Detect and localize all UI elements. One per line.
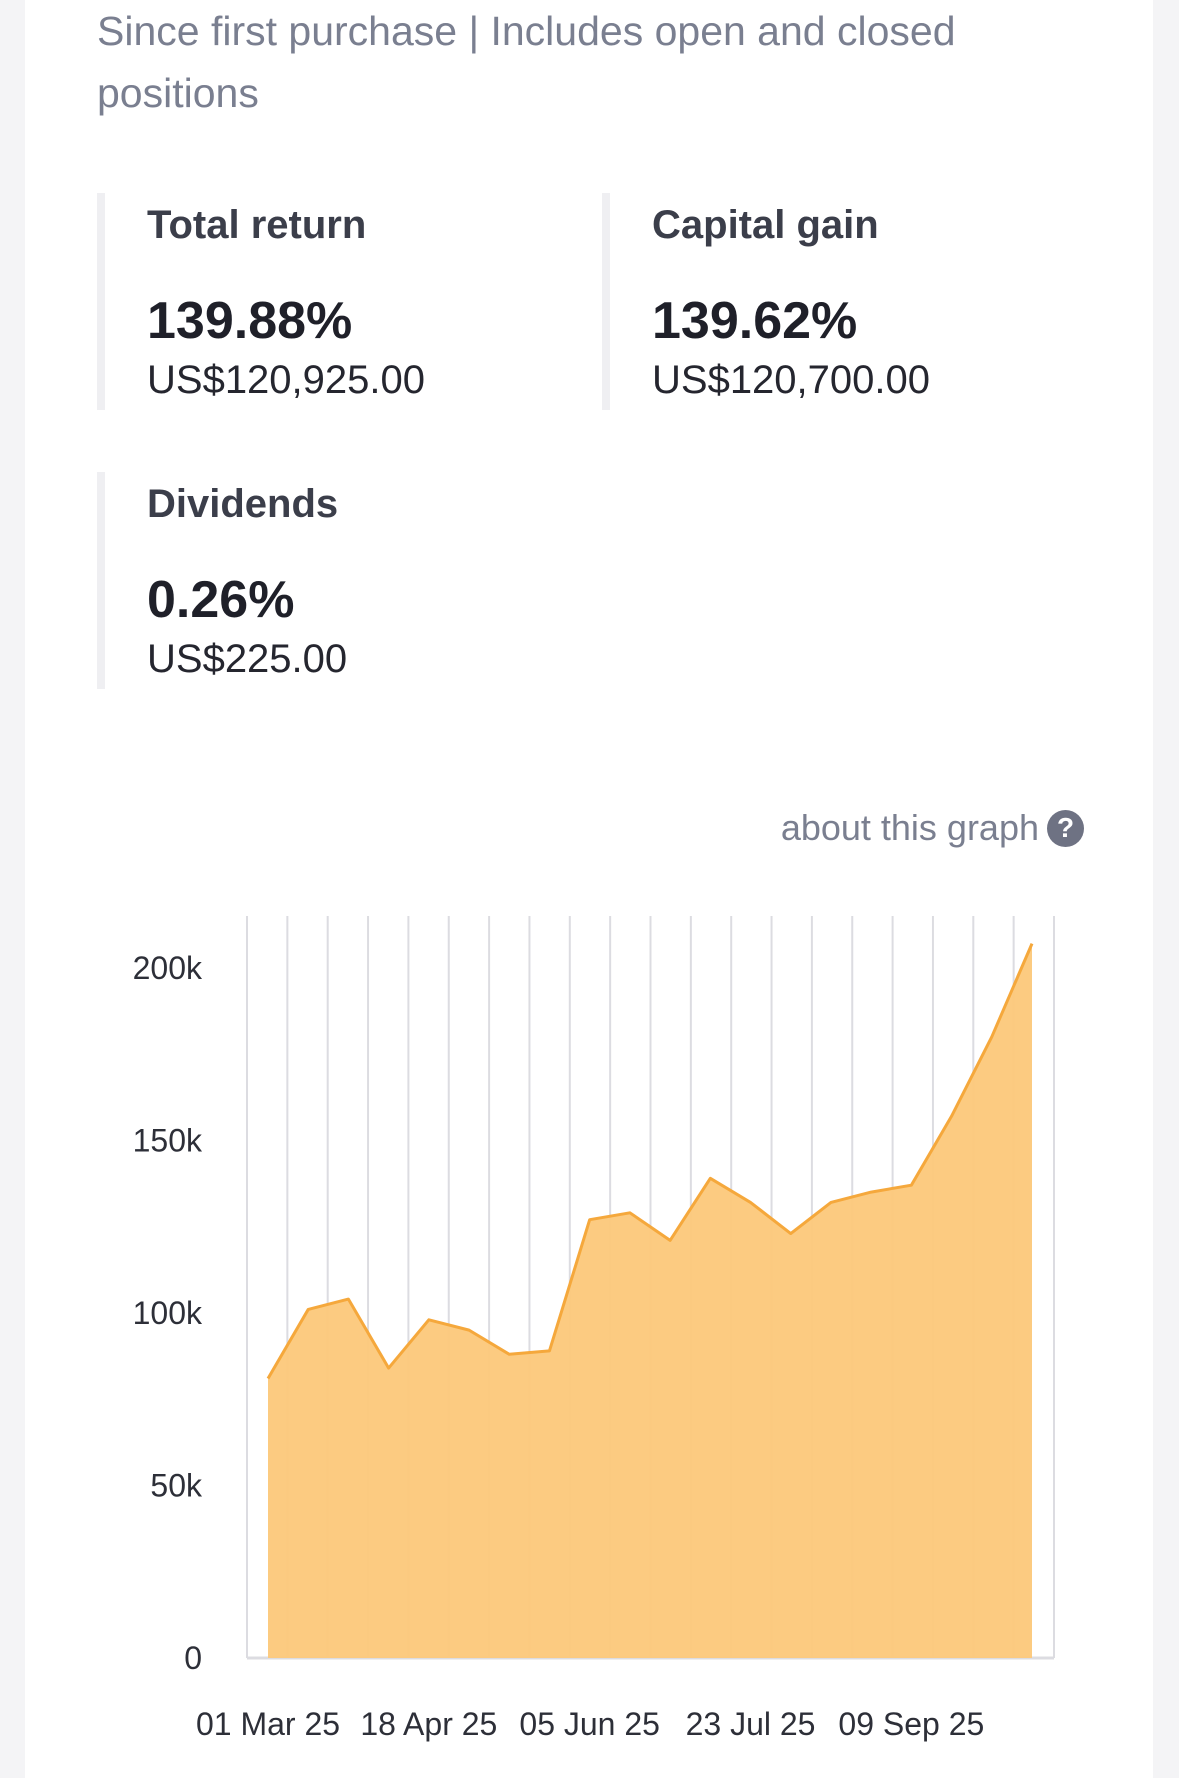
- about-graph-label: about this graph: [780, 807, 1039, 848]
- metric-amount: US$120,925.00: [147, 358, 426, 402]
- help-icon[interactable]: ?: [1047, 809, 1084, 847]
- metric-dividends: Dividends 0.26% US$225.00: [97, 472, 597, 689]
- x-tick-label: 01 Mar 25: [196, 1706, 340, 1742]
- metric-label: Total return: [147, 203, 367, 247]
- y-tick-label: 100k: [133, 1295, 203, 1331]
- performance-chart: 0 50k 100k 150k 200k 01 Mar 25 18 Apr 25 05 Ju…: [133, 916, 1055, 1742]
- y-axis-ticks: 0 50k 100k 150k 200k: [133, 950, 203, 1676]
- about-this-graph-link[interactable]: about this graph ?: [700, 807, 1084, 848]
- metric-percent: 139.62%: [652, 292, 858, 350]
- x-axis-ticks: 01 Mar 25 18 Apr 25 05 Jun 25 23 Jul 25 09 S…: [196, 1706, 984, 1742]
- metric-label: Dividends: [147, 482, 339, 526]
- performance-subtitle: Since first purchase | Includes open and…: [97, 8, 956, 116]
- x-tick-label: 18 Apr 25: [360, 1706, 497, 1742]
- y-tick-label: 150k: [133, 1122, 203, 1158]
- y-tick-label: 0: [184, 1640, 202, 1676]
- metric-total-return: Total return 139.88% US$120,925.00: [97, 193, 597, 410]
- metric-label: Capital gain: [652, 203, 879, 247]
- metric-capital-gain: Capital gain 139.62% US$120,700.00: [602, 193, 1102, 410]
- metric-amount: US$225.00: [147, 637, 348, 681]
- metric-percent: 0.26%: [147, 571, 295, 629]
- x-tick-label: 09 Sep 25: [838, 1706, 984, 1742]
- x-tick-label: 23 Jul 25: [686, 1706, 816, 1742]
- metric-percent: 139.88%: [147, 292, 353, 350]
- y-tick-label: 200k: [133, 950, 203, 986]
- metric-amount: US$120,700.00: [652, 358, 931, 402]
- x-tick-label: 05 Jun 25: [519, 1706, 660, 1742]
- y-tick-label: 50k: [150, 1467, 203, 1503]
